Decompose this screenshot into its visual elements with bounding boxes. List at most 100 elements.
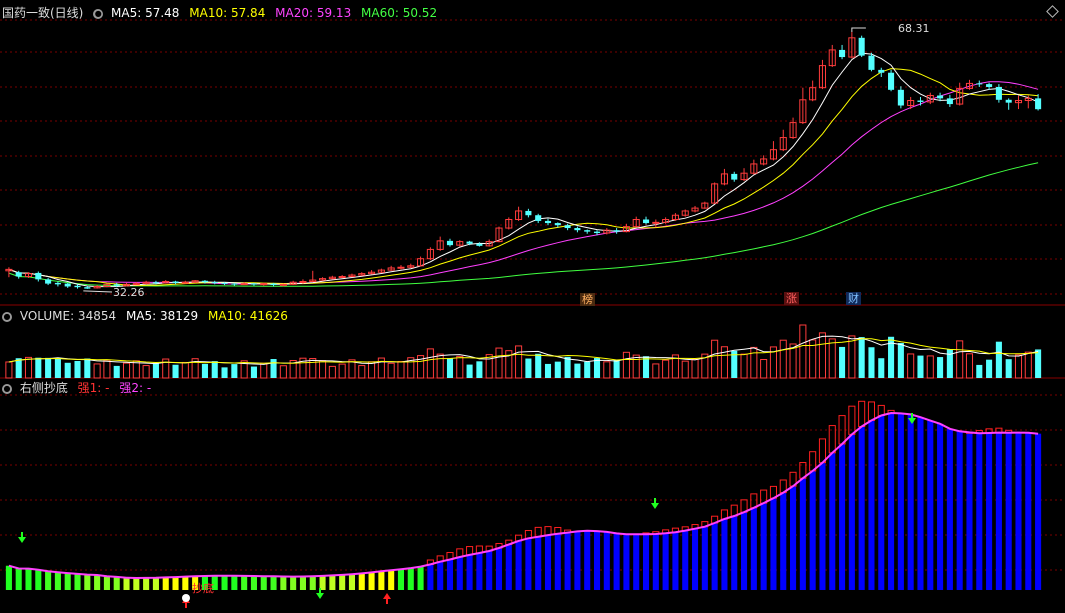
indicator-bar (25, 568, 32, 590)
candle-body (250, 283, 257, 285)
volume-bar (584, 361, 591, 378)
indicator-bar (358, 573, 365, 590)
indicator-bar (388, 570, 395, 590)
candle-body (535, 215, 542, 221)
candle-body (544, 220, 552, 224)
indicator-bar (878, 415, 885, 590)
indicator-bar (1035, 433, 1042, 590)
volume-bar (574, 363, 581, 378)
stock-chart[interactable] (0, 0, 1065, 613)
indicator-bar (299, 576, 306, 590)
indicator-bar (868, 420, 875, 590)
indicator-bar (956, 431, 963, 590)
sell-arrow-icon (651, 503, 659, 509)
volume-bar (436, 353, 444, 379)
candle-body (172, 281, 179, 283)
volume-bar (818, 332, 826, 379)
candle-body (1005, 99, 1012, 103)
indicator-bar (564, 532, 571, 590)
volume-bar (231, 364, 238, 378)
volume-bar (35, 357, 42, 378)
candle-body (397, 266, 405, 269)
volume-bar (652, 363, 660, 379)
tag-bang[interactable]: 榜 (580, 293, 595, 306)
candle-body (152, 282, 159, 284)
indicator-bar (642, 534, 650, 590)
volume-bar (858, 337, 865, 378)
candle-body (270, 283, 277, 286)
volume-bar (554, 361, 561, 378)
ma60-line (8, 162, 1039, 287)
volume-bar (711, 339, 719, 379)
tag-cai[interactable]: 财 (846, 292, 861, 305)
indicator-bar (270, 576, 277, 590)
volume-bar (270, 359, 277, 378)
candle-body (74, 285, 81, 288)
volume-bar (45, 357, 52, 378)
indicator-bar (966, 432, 973, 590)
candle-body (201, 280, 208, 283)
indicator-bar (309, 576, 316, 590)
settings-dot-icon[interactable]: ● (93, 8, 104, 19)
indicator-bar (976, 433, 983, 590)
indicator-settings-dot-icon[interactable]: ● (2, 383, 12, 394)
indicator-bar (691, 528, 699, 590)
indicator-bar (750, 507, 757, 590)
indicator-bar (623, 534, 630, 590)
indicator-bar (946, 428, 953, 590)
candle-body (1035, 98, 1042, 110)
stock-title[interactable]: 国药一致(日线) (2, 6, 83, 20)
indicator-bar (829, 452, 836, 590)
indicator-bar (74, 573, 81, 590)
indicator-title[interactable]: 右侧抄底 (20, 381, 68, 395)
volume-settings-dot-icon[interactable]: ● (2, 311, 12, 322)
indicator-bar (113, 576, 120, 590)
volume-bar (662, 359, 670, 379)
candle-body (858, 37, 865, 56)
indicator-strength-bar (838, 415, 846, 445)
volume-bar (535, 353, 542, 378)
candle-body (466, 241, 473, 244)
candle-body (946, 98, 953, 105)
indicator-bar (888, 413, 895, 590)
tag-zhang[interactable]: 涨 (784, 292, 799, 305)
candle-body (525, 210, 532, 216)
candle-body (338, 276, 346, 278)
buy-arrow-icon (383, 593, 391, 599)
candle-body (642, 219, 650, 224)
volume-bar (603, 361, 611, 379)
ma5-label: MA5: 57.48 (111, 6, 180, 20)
volume-bar (279, 365, 287, 379)
ma10-label: MA10: 57.84 (189, 6, 266, 20)
indicator-strength-bar (858, 400, 866, 427)
candle-body (888, 72, 895, 90)
candle-body (897, 89, 904, 106)
indicator-bar (446, 559, 454, 590)
indicator-bar (182, 576, 189, 590)
candle-body (976, 83, 983, 85)
indicator-bar (858, 426, 865, 590)
indicator-bar (397, 569, 405, 590)
indicator-bar (64, 573, 71, 590)
volume-bar (397, 360, 405, 379)
indicator-bar (927, 420, 934, 590)
indicator-bar (417, 566, 424, 590)
indicator-bar (701, 526, 708, 590)
sell-arrow-icon (316, 593, 324, 599)
price-panel-header: 国药一致(日线) ● MA5: 57.48 MA10: 57.84 MA20: … (2, 5, 443, 21)
volume-bar (132, 360, 140, 379)
indicator-bar (103, 576, 110, 590)
candle-body (878, 69, 885, 73)
volume-bar (544, 363, 552, 378)
indicator-bar (319, 575, 326, 590)
volume-bar (691, 358, 699, 379)
indicator-bar (917, 417, 924, 590)
volume-bar (15, 358, 22, 378)
indicator-bar (486, 551, 493, 590)
volume-bar (466, 364, 473, 378)
candle-body (54, 282, 61, 285)
indicator-bar (407, 568, 414, 590)
volume-bar (181, 361, 189, 379)
candle-body (986, 84, 993, 87)
candle-body (181, 281, 189, 284)
